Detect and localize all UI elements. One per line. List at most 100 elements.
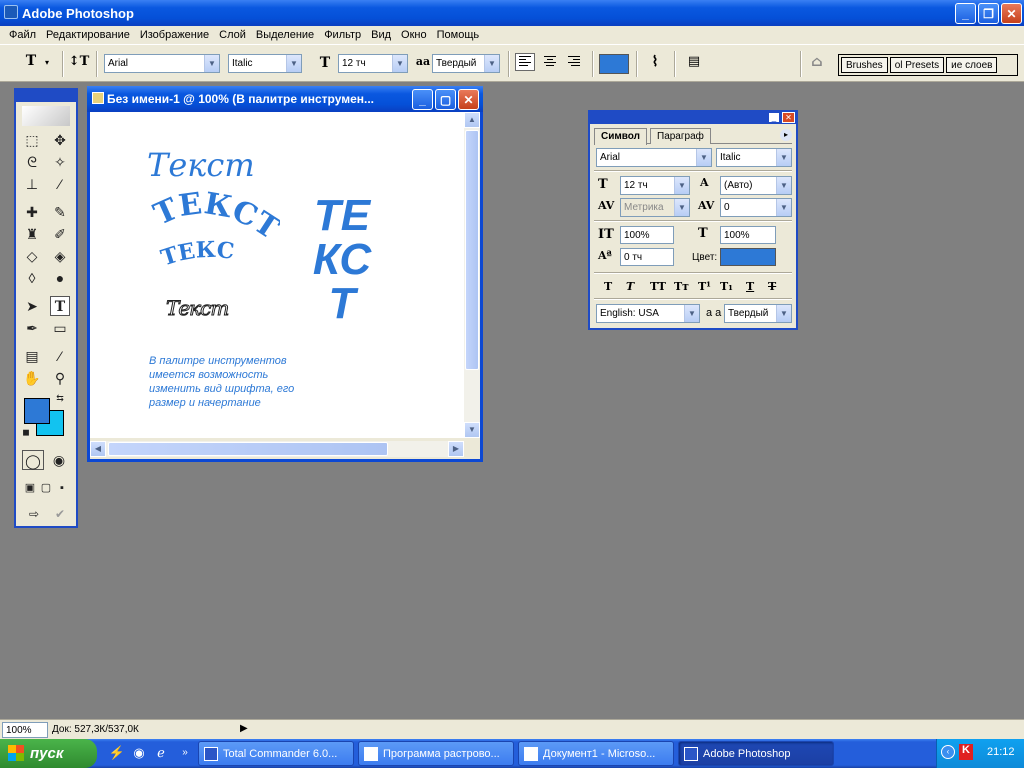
- clone-stamp-icon[interactable]: ♜: [22, 224, 42, 244]
- menu-file[interactable]: Файл: [4, 29, 41, 41]
- char-font-family-select[interactable]: Arial ▼: [596, 148, 712, 167]
- all-caps-icon[interactable]: TT: [650, 280, 666, 293]
- notes-tool-icon[interactable]: ▤: [22, 346, 42, 366]
- healing-brush-icon[interactable]: ✚: [22, 202, 42, 222]
- palettes-toggle-icon[interactable]: ▤: [684, 54, 704, 69]
- task-document[interactable]: Документ1 - Microso...: [518, 741, 674, 766]
- align-center-button[interactable]: [540, 53, 560, 71]
- screen-mode-full-icon[interactable]: ▪: [54, 478, 70, 498]
- language-select[interactable]: English: USA ▼: [596, 304, 700, 323]
- faux-bold-icon[interactable]: T: [604, 280, 612, 293]
- restore-button[interactable]: ❐: [978, 3, 999, 24]
- superscript-icon[interactable]: T¹: [698, 280, 711, 293]
- move-tool-icon[interactable]: ✥: [50, 130, 70, 150]
- document-canvas[interactable]: Текст ТЕКСТ ТЕКСТ Текст ТЕКСТ В палитре …: [90, 112, 464, 438]
- minimize-button[interactable]: _: [955, 3, 976, 24]
- small-caps-icon[interactable]: Tт: [674, 280, 689, 293]
- task-photoshop[interactable]: Adobe Photoshop: [678, 741, 834, 766]
- align-right-button[interactable]: [564, 53, 584, 71]
- lasso-tool-icon[interactable]: ᘓ: [22, 152, 42, 172]
- adobe-feather-icon[interactable]: [22, 106, 70, 126]
- well-layer-comps-tab[interactable]: ие слоев: [946, 57, 998, 73]
- horizontal-scale-field[interactable]: 100%: [720, 226, 776, 244]
- shape-tool-icon[interactable]: ▭: [50, 318, 70, 338]
- zoom-field[interactable]: 100%: [2, 721, 48, 738]
- scroll-up-icon[interactable]: ▲: [464, 112, 480, 128]
- doc-minimize-button[interactable]: _: [412, 89, 433, 110]
- char-color-swatch[interactable]: [720, 248, 776, 266]
- zoom-tool-icon[interactable]: ⚲: [50, 368, 70, 388]
- screen-mode-standard-icon[interactable]: ▣: [22, 478, 38, 498]
- underline-icon[interactable]: T: [746, 280, 754, 293]
- font-style-select[interactable]: Italic ▼: [228, 54, 302, 73]
- menu-help[interactable]: Помощь: [432, 29, 485, 41]
- quicklaunch-icon-2[interactable]: ◉: [130, 744, 148, 762]
- slice-tool-icon[interactable]: ⁄: [50, 174, 70, 194]
- tab-paragraph[interactable]: Параграф: [650, 128, 711, 144]
- hand-tool-icon[interactable]: ✋: [22, 368, 42, 388]
- subscript-icon[interactable]: T₁: [720, 280, 733, 293]
- char-font-size-select[interactable]: 12 тч ▼: [620, 176, 690, 195]
- horizontal-scroll-thumb[interactable]: [108, 442, 388, 456]
- type-tool-preset-icon[interactable]: T: [20, 53, 42, 69]
- warp-text-icon[interactable]: ⌇: [644, 54, 666, 70]
- char-font-style-select[interactable]: Italic ▼: [716, 148, 792, 167]
- checkmark-icon[interactable]: ✔: [50, 504, 70, 524]
- antivirus-icon[interactable]: K: [959, 744, 973, 760]
- scroll-down-icon[interactable]: ▼: [464, 422, 480, 438]
- doc-close-button[interactable]: ✕: [458, 89, 479, 110]
- palette-minimize-button[interactable]: _: [768, 112, 780, 123]
- eraser-tool-icon[interactable]: ◇: [22, 246, 42, 266]
- antialias-select[interactable]: Твердый ▼: [432, 54, 500, 73]
- paint-bucket-icon[interactable]: ◈: [50, 246, 70, 266]
- menu-window[interactable]: Окно: [396, 29, 432, 41]
- type-tool-icon[interactable]: T: [50, 296, 70, 316]
- baseline-shift-field[interactable]: 0 тч: [620, 248, 674, 266]
- screen-mode-full-menu-icon[interactable]: ▢: [38, 478, 54, 498]
- magic-wand-icon[interactable]: ✧: [50, 152, 70, 172]
- vertical-scroll-thumb[interactable]: [465, 130, 479, 370]
- brush-tool-icon[interactable]: ✎: [50, 202, 70, 222]
- start-button[interactable]: пуск: [0, 739, 97, 768]
- eyedropper-icon[interactable]: ⁄: [50, 346, 70, 366]
- marquee-tool-icon[interactable]: ⬚: [22, 130, 42, 150]
- quicklaunch-icon-1[interactable]: ⚡: [108, 744, 126, 762]
- default-colors-icon[interactable]: ◼: [20, 426, 32, 438]
- text-orientation-icon[interactable]: ↕T: [68, 54, 90, 69]
- task-program[interactable]: Программа растрово...: [358, 741, 514, 766]
- menu-select[interactable]: Выделение: [251, 29, 319, 41]
- menu-view[interactable]: Вид: [366, 29, 396, 41]
- tab-character[interactable]: Символ: [594, 128, 647, 145]
- crop-tool-icon[interactable]: ⊥: [22, 174, 42, 194]
- char-kerning-select[interactable]: Метрика ▼: [620, 198, 690, 217]
- jump-to-imageready-icon[interactable]: ⇨: [22, 504, 46, 524]
- palette-close-button[interactable]: ✕: [782, 112, 795, 123]
- pen-tool-icon[interactable]: ✒: [22, 318, 42, 338]
- faux-italic-icon[interactable]: T: [626, 280, 634, 293]
- status-menu-arrow-icon[interactable]: ▶: [240, 723, 248, 734]
- preset-dropdown-icon[interactable]: ▾: [42, 57, 52, 67]
- tray-expand-icon[interactable]: ‹: [941, 745, 955, 759]
- blur-tool-icon[interactable]: ◊: [22, 268, 42, 288]
- char-leading-select[interactable]: (Авто) ▼: [720, 176, 792, 195]
- swap-colors-icon[interactable]: ⇆: [54, 392, 66, 404]
- history-brush-icon[interactable]: ✐: [50, 224, 70, 244]
- char-tracking-select[interactable]: 0 ▼: [720, 198, 792, 217]
- menu-filter[interactable]: Фильтр: [319, 29, 366, 41]
- well-tool-presets-tab[interactable]: ol Presets: [889, 57, 945, 73]
- standard-mode-icon[interactable]: ◯: [22, 450, 44, 470]
- text-color-swatch[interactable]: [599, 54, 629, 74]
- strikethrough-icon[interactable]: T: [768, 280, 776, 293]
- font-family-select[interactable]: Arial ▼: [104, 54, 220, 73]
- font-size-select[interactable]: 12 тч ▼: [338, 54, 408, 73]
- close-button[interactable]: ✕: [1001, 3, 1022, 24]
- ie-icon[interactable]: ℯ: [152, 744, 170, 762]
- palette-menu-icon[interactable]: ▸: [780, 129, 792, 141]
- vertical-scrollbar[interactable]: ▲ ▼: [464, 112, 480, 438]
- well-brushes-tab[interactable]: Brushes: [841, 57, 888, 73]
- char-antialias-select[interactable]: Твердый ▼: [724, 304, 792, 323]
- scroll-right-icon[interactable]: ▶: [448, 441, 464, 457]
- clock[interactable]: 21:12: [987, 746, 1015, 758]
- commit-icon[interactable]: ⌂: [806, 54, 828, 70]
- menu-layer[interactable]: Слой: [214, 29, 251, 41]
